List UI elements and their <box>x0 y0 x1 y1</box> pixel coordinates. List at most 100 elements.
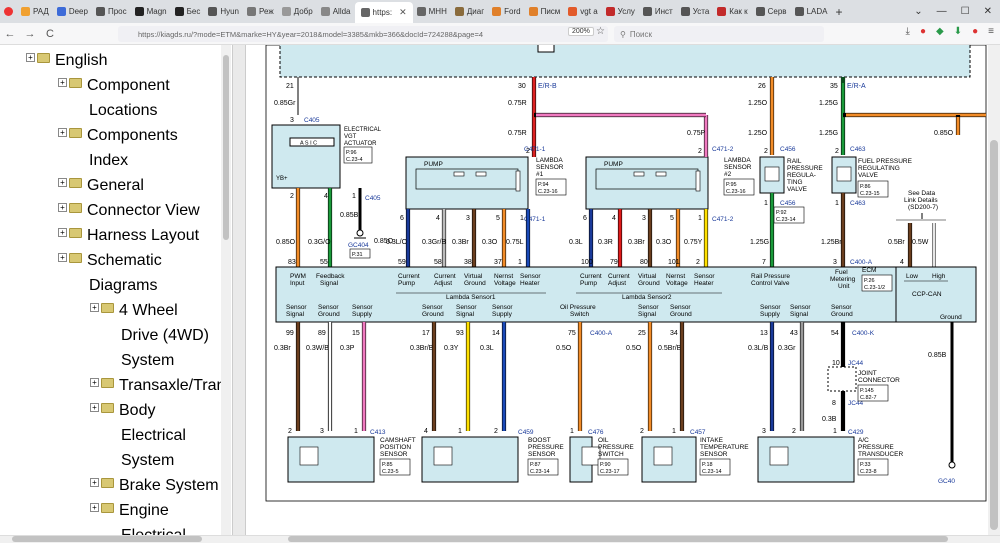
browser-tab[interactable]: vgt a <box>564 0 601 23</box>
diagram-vertical-scrollbar-thumb[interactable] <box>990 140 998 530</box>
extension-red2-icon[interactable]: ● <box>972 26 978 37</box>
tree-item-label-continued[interactable]: Electrical <box>121 523 186 535</box>
tree-item-label-continued[interactable]: Diagrams <box>89 273 157 298</box>
wiring-diagram: 21 30 E/R-B 26 35 E/R-A0.85Gr 0.75R 1.25O 1.25G0… <box>265 45 987 502</box>
extension-shield-icon[interactable]: ◆ <box>936 26 944 37</box>
tree-item[interactable]: + General <box>58 173 144 198</box>
ecm-pin-label: Supply <box>492 311 513 318</box>
browser-tab[interactable]: Magn <box>131 0 171 23</box>
ecm-pin-label: Virtual <box>638 273 657 280</box>
tree-item-label: Transaxle/Tran <box>119 377 226 394</box>
expand-icon[interactable]: + <box>58 253 67 262</box>
browser-tab[interactable]: МНН <box>413 0 451 23</box>
browser-tab[interactable]: Бес <box>171 0 205 23</box>
tree-item-label-continued[interactable]: Drive (4WD) <box>121 323 209 348</box>
tree-item[interactable]: + Engine <box>90 498 169 523</box>
expand-icon[interactable]: + <box>90 303 99 312</box>
expand-icon[interactable]: + <box>90 403 99 412</box>
browser-tab[interactable]: Ford <box>488 0 524 23</box>
wire-label: 0.3W/B <box>306 345 329 352</box>
browser-tab[interactable]: РАД <box>17 0 53 23</box>
tab-label: Добр <box>293 7 313 16</box>
browser-tab[interactable]: Услу <box>602 0 639 23</box>
ecm-pin-label: Current <box>434 273 456 280</box>
browser-tab[interactable]: Deep <box>53 0 92 23</box>
browser-tab[interactable]: Писм <box>525 0 565 23</box>
expand-icon[interactable]: + <box>58 178 67 187</box>
tree-item[interactable]: +4 Wheel <box>90 298 178 323</box>
tab-list-chevron-icon[interactable]: ⌄ <box>914 6 922 17</box>
expand-icon[interactable]: + <box>58 203 67 212</box>
browser-tab[interactable]: Серв <box>752 0 791 23</box>
pin-number: 1 <box>458 428 462 435</box>
tree-item[interactable]: + Connector View <box>58 198 200 223</box>
component-name: REGULA- <box>787 172 816 179</box>
firefox-view-icon[interactable] <box>0 0 17 23</box>
tree-item[interactable]: + Brake System <box>90 473 219 498</box>
wire-label: 0.5Br <box>888 239 905 246</box>
maximize-icon[interactable]: ☐ <box>961 6 970 17</box>
sidebar-horizontal-scrollbar-thumb[interactable] <box>12 536 202 542</box>
search-input[interactable]: ⚲ Поиск <box>614 26 824 42</box>
tree-item-label: Connector View <box>87 202 200 219</box>
reload-button[interactable]: C <box>40 28 60 40</box>
browser-tab[interactable]: Allda <box>317 0 355 23</box>
zoom-level[interactable]: 200% <box>568 27 594 36</box>
browser-tab[interactable]: Уста <box>677 0 714 23</box>
browser-tab[interactable]: LADA <box>791 0 832 23</box>
browser-tab[interactable]: Hyun <box>204 0 243 23</box>
tree-item-label-continued[interactable]: Locations <box>89 98 158 123</box>
connector-id: C400-A <box>590 330 613 337</box>
menu-icon[interactable]: ≡ <box>988 26 994 37</box>
tree-item-label-continued[interactable]: System <box>121 348 174 373</box>
component-name: TRANSDUCER <box>858 451 903 458</box>
reference-code: C.23-16 <box>538 189 558 195</box>
tree-item-label-continued[interactable]: System <box>121 448 174 473</box>
new-tab-button[interactable]: + <box>831 0 846 23</box>
ecm-pin-label: Sensor <box>670 304 691 311</box>
tree-item[interactable]: + Body <box>90 398 155 423</box>
expand-icon[interactable]: + <box>90 478 99 487</box>
back-button[interactable]: ← <box>0 28 20 40</box>
tree-item[interactable]: + Component <box>58 73 170 98</box>
expand-icon[interactable]: + <box>58 128 67 137</box>
tree-item[interactable]: + Transaxle/Tran <box>90 373 225 398</box>
expand-icon[interactable]: + <box>90 378 99 387</box>
diagram-horizontal-scrollbar-thumb[interactable] <box>288 536 948 542</box>
browser-tab[interactable]: Прос <box>92 0 131 23</box>
expand-icon[interactable]: + <box>26 53 35 62</box>
tree-item[interactable]: + Harness Layout <box>58 223 199 248</box>
ecm-pin-label: Ground <box>318 311 340 318</box>
sidebar-scrollbar-thumb[interactable] <box>223 55 229 240</box>
tree-item[interactable]: + Components <box>58 123 178 148</box>
pane-divider[interactable] <box>232 45 246 535</box>
wire-label: 1.25G <box>819 100 838 107</box>
tree-item-label-continued[interactable]: Electrical <box>121 423 186 448</box>
tree-item-label-continued[interactable]: Index <box>89 148 128 173</box>
ecm-pin-label: Sensor <box>831 304 852 311</box>
wire-label: 1.25G <box>819 130 838 137</box>
browser-tab[interactable]: Реж <box>243 0 278 23</box>
extension-green-icon[interactable]: ⬇ <box>954 26 962 37</box>
tab-favicon-icon <box>642 7 652 16</box>
browser-tab[interactable]: Инст <box>639 0 677 23</box>
expand-icon[interactable]: + <box>58 228 67 237</box>
close-tab-icon[interactable]: ✕ <box>399 7 407 18</box>
bookmark-star-icon[interactable]: ☆ <box>596 26 605 37</box>
url-bar[interactable]: https://kiagds.ru/?mode=ETM&marke=HY&yea… <box>118 26 608 42</box>
browser-tab[interactable]: Добр <box>278 0 317 23</box>
browser-tab[interactable]: https: ✕ <box>354 2 413 23</box>
close-window-icon[interactable]: ✕ <box>984 6 992 17</box>
extension-red-icon[interactable]: ● <box>920 26 926 37</box>
pin-number: 4 <box>612 215 616 222</box>
download-icon[interactable]: ⤓ <box>906 26 910 37</box>
forward-button[interactable]: → <box>20 28 40 40</box>
tree-item[interactable]: + Schematic <box>58 248 162 273</box>
reference-page: P.90 <box>600 462 611 468</box>
expand-icon[interactable]: + <box>58 78 67 87</box>
browser-tab[interactable]: Как к <box>713 0 751 23</box>
expand-icon[interactable]: + <box>90 503 99 512</box>
minimize-icon[interactable]: — <box>937 6 947 17</box>
browser-tab[interactable]: Диаг <box>451 0 488 23</box>
tree-item[interactable]: + English <box>26 48 107 73</box>
